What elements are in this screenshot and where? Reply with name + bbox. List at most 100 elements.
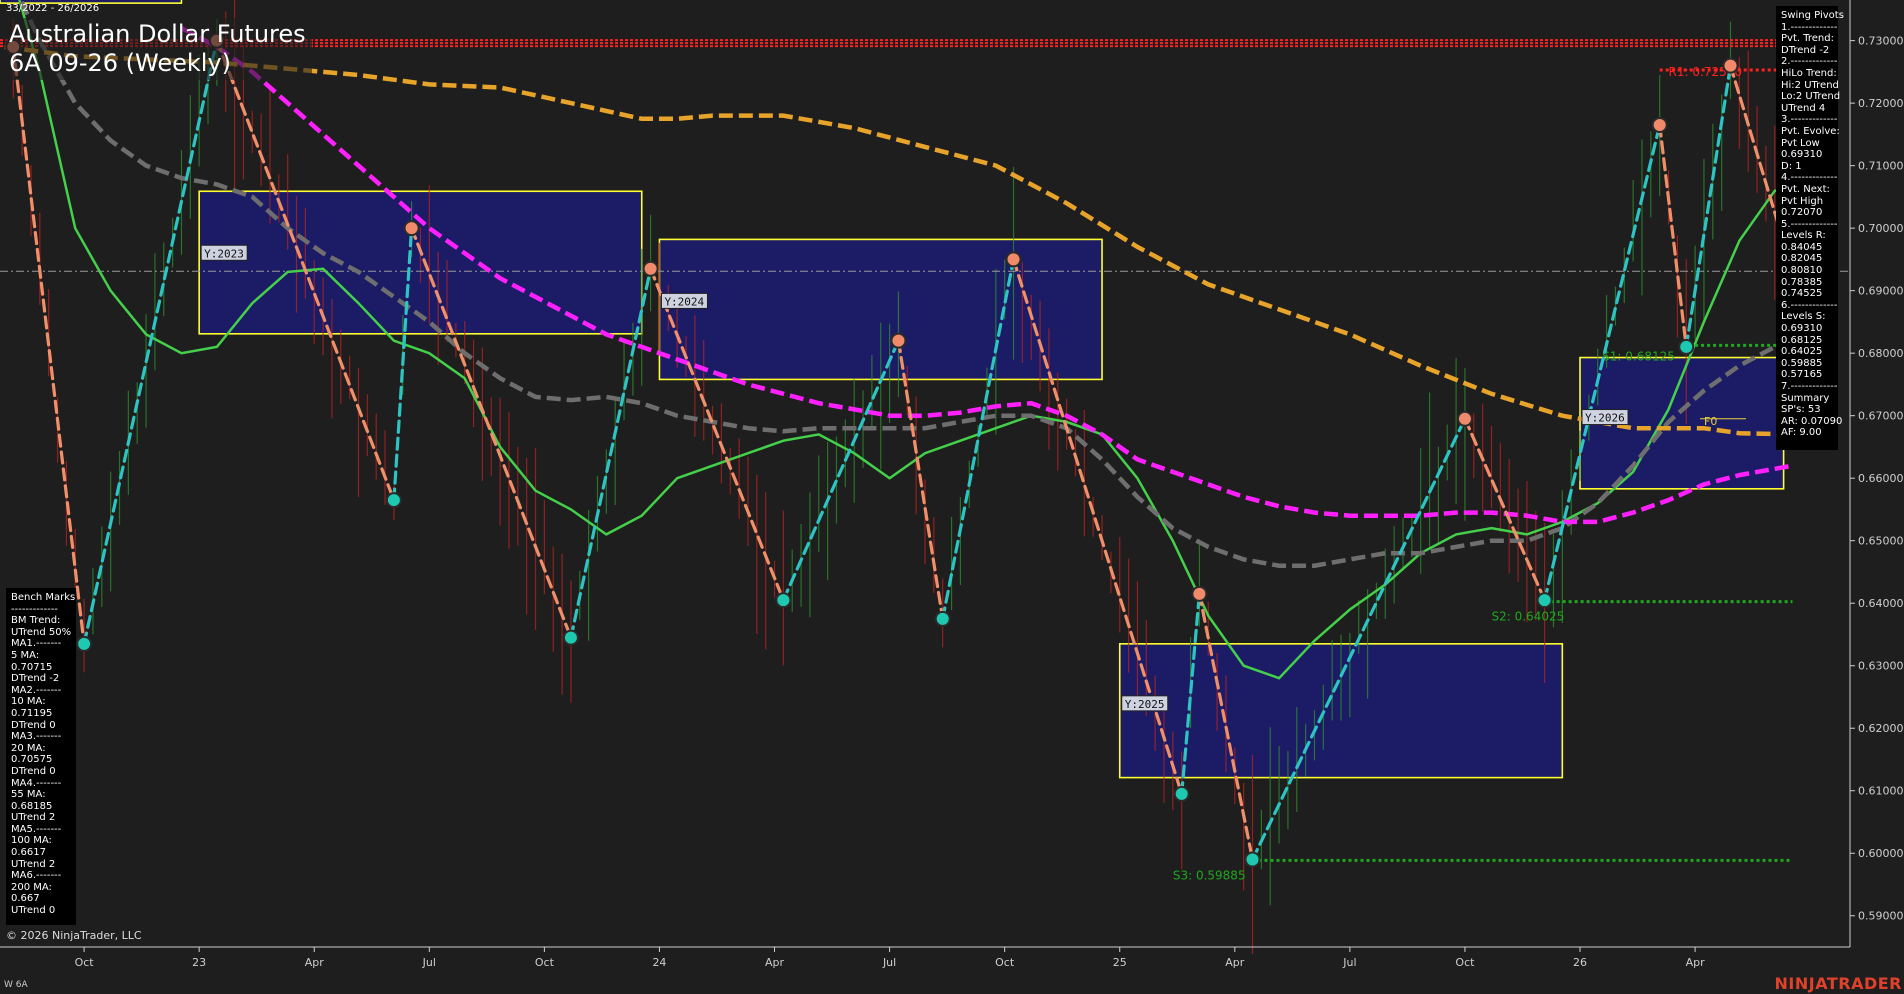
bench-marks-panel: Bench Marks ------------- BM Trend: UTrend …: [6, 588, 76, 925]
bench-panel-line: DTrend -2: [11, 673, 60, 685]
swing-panel-line: D: 1: [1781, 160, 1802, 172]
swing-panel-line: 0.82045: [1781, 253, 1823, 265]
x-tick-label: Oct: [75, 956, 95, 969]
swing-panel-line: 4.-------------: [1781, 172, 1838, 184]
bench-panel-line: DTrend 0: [11, 765, 56, 777]
y-tick-label: 0.68000: [1858, 347, 1904, 360]
level-label: S2: 0.64025: [1492, 610, 1565, 624]
bench-panel-line: MA4.-------: [11, 777, 62, 789]
chart-title: Australian Dollar Futures 6A 09-26 (Week…: [4, 18, 312, 80]
level-label: S1: 0.68125: [1602, 349, 1675, 363]
bench-panel-line: MA1.-------: [11, 638, 62, 650]
swing-low-marker: [562, 629, 579, 646]
y-tick-label: 0.62000: [1858, 722, 1904, 735]
bench-panel-line: UTrend 2: [11, 812, 56, 824]
swing-panel-line: Pvt. Next:: [1781, 183, 1830, 195]
bench-panel-line: 20 MA:: [11, 742, 46, 754]
f0-label: F0: [1704, 415, 1717, 428]
bench-panel-line: MA6.-------: [11, 870, 62, 882]
date-range-label: 33/2022 - 26/2026: [6, 3, 100, 14]
swing-panel-line: Pvt High: [1781, 195, 1824, 207]
swing-panel-line: 6.-------------: [1781, 299, 1838, 311]
swing-panel-line: Hi:2 UTrend: [1781, 79, 1839, 91]
year-label: Y:2023: [200, 244, 248, 261]
swing-panel-line: Lo:2 UTrend: [1781, 91, 1841, 103]
swing-high-marker: [1005, 251, 1022, 268]
swing-panel-line: Levels S:: [1781, 311, 1826, 323]
swing-panel-line: 1.-------------: [1781, 21, 1838, 33]
year-label: Y:2025: [1121, 695, 1169, 712]
swing-panel-line: Levels R:: [1781, 230, 1826, 242]
year-label: Y:2026: [1581, 409, 1629, 426]
swing-panel-line: 0.69310: [1781, 149, 1823, 161]
bench-panel-line: MA5.-------: [11, 823, 62, 835]
swing-panel-line: 0.57165: [1781, 369, 1823, 381]
bench-panel-line: 0.6617: [11, 847, 46, 859]
x-tick-label: Apr: [305, 956, 325, 969]
swing-panel-line: 0.59885: [1781, 357, 1823, 369]
x-tick-label: Oct: [535, 956, 555, 969]
year-label-text: Y:2024: [664, 295, 704, 308]
swing-low-marker: [1536, 592, 1553, 609]
bench-panel-line: 0.68185: [11, 800, 53, 812]
swing-panel-line: Pvt. Trend:: [1781, 33, 1834, 45]
swing-panel-line: Pvt Low: [1781, 137, 1820, 149]
y-tick-label: 0.69000: [1858, 285, 1904, 298]
ninjatrader-logo: NINJATRADER: [1774, 974, 1902, 993]
level-label: S3: 0.59885: [1173, 868, 1246, 882]
swing-panel-line: 0.72070: [1781, 207, 1823, 219]
swing-panel-line: 0.68125: [1781, 334, 1823, 346]
bench-panel-line: 200 MA:: [11, 881, 52, 893]
bench-panel-line: 5 MA:: [11, 649, 40, 661]
bench-panel-line: -------------: [11, 603, 58, 615]
swing-panel-line: 7.-------------: [1781, 381, 1838, 392]
x-tick-label: Oct: [1455, 956, 1475, 969]
bench-panel-line: 0.667: [11, 893, 40, 905]
bench-panel-line: MA3.-------: [11, 731, 62, 743]
y-tick-label: 0.67000: [1858, 410, 1904, 423]
year-label: Y:2024: [660, 292, 708, 309]
bench-panel-line: MA2.-------: [11, 684, 62, 696]
bench-panel-line: BM Trend:: [11, 615, 61, 627]
y-tick-label: 0.70000: [1858, 222, 1904, 235]
instrument-name: Australian Dollar Futures: [9, 20, 306, 48]
swing-high-marker: [1722, 57, 1739, 74]
swing-low-marker: [775, 592, 792, 609]
y-tick-label: 0.65000: [1858, 535, 1904, 548]
swing-panel-line: 3.-------------: [1781, 114, 1838, 126]
price-chart[interactable]: R1: 0.72530S1: 0.68125S2: 0.64025S3: 0.5…: [0, 0, 1904, 994]
x-tick-label: Jul: [422, 956, 436, 969]
swing-panel-line: 0.84045: [1781, 241, 1823, 253]
swing-panel-line: 0.78385: [1781, 276, 1823, 288]
swing-high-marker: [403, 220, 420, 237]
swing-low-marker: [385, 492, 402, 509]
swing-panel-line: 0.74525: [1781, 288, 1823, 300]
y-tick-label: 0.61000: [1858, 785, 1904, 798]
swing-panel-line: Swing Pivots: [1781, 10, 1844, 21]
swing-panel-line: DTrend -2: [1781, 44, 1830, 56]
y-tick-label: 0.59000: [1858, 910, 1904, 923]
bench-panel-line: 55 MA:: [11, 789, 46, 801]
x-tick-label: 26: [1573, 956, 1587, 969]
swing-panel-line: Pvt. Evolve:: [1781, 125, 1840, 137]
year-label-text: Y:2025: [1125, 698, 1165, 711]
copyright-notice: © 2026 NinjaTrader, LLC: [6, 929, 142, 942]
y-tick-label: 0.64000: [1858, 597, 1904, 610]
y-tick-label: 0.72000: [1858, 97, 1904, 110]
bench-panel-line: Bench Marks: [11, 592, 76, 603]
swing-low-marker: [934, 610, 951, 627]
y-tick-label: 0.63000: [1858, 660, 1904, 673]
bench-panel-line: UTrend 50%: [11, 626, 72, 638]
x-tick-label: 23: [192, 956, 206, 969]
year-label-text: Y:2023: [204, 247, 244, 260]
swing-high-marker: [1456, 410, 1473, 427]
instrument-period: 6A 09-26 (Weekly): [9, 49, 232, 77]
x-tick-label: Apr: [1225, 956, 1245, 969]
bench-panel-line: 0.71195: [11, 707, 53, 719]
bench-panel-line: 0.70575: [11, 754, 53, 766]
x-tick-label: Jul: [882, 956, 896, 969]
swing-panel-line: AF: 9.00: [1781, 427, 1822, 439]
swing-panel-line: 2.-------------: [1781, 56, 1838, 68]
x-tick-label: Apr: [1686, 956, 1706, 969]
x-tick-label: Oct: [995, 956, 1015, 969]
